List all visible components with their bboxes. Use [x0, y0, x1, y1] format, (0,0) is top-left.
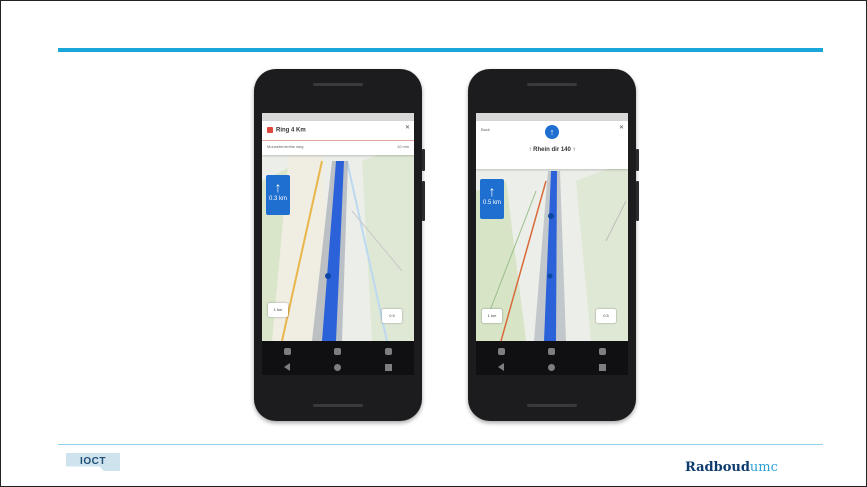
system-nav-row	[476, 361, 628, 373]
brand-name-part2: umc	[749, 460, 778, 475]
turn-distance: 0.3 km	[268, 196, 287, 202]
route-options-icon[interactable]	[385, 347, 393, 355]
turn-direction-card[interactable]: ↑ 0.3 km	[266, 175, 290, 215]
speed-chip-label: 1 km	[487, 313, 497, 318]
bottom-controls	[262, 345, 414, 357]
radboudumc-logo: Radboudumc	[685, 460, 778, 475]
straight-arrow-icon: ↑	[274, 179, 282, 195]
recents-icon[interactable]	[599, 363, 606, 371]
phone-right-screen: Back ↑ ✕ ↑ Rhein dir 140 ↑ ↑ 0.5 km 1 km…	[476, 113, 628, 375]
recenter-icon[interactable]	[334, 347, 342, 355]
phone-side-button	[422, 149, 425, 171]
close-icon[interactable]: ✕	[619, 124, 624, 131]
alert-icon	[267, 127, 273, 133]
status-bar	[262, 113, 414, 121]
overview-icon[interactable]	[283, 347, 291, 355]
eta-chip[interactable]: 0.5	[596, 309, 616, 323]
turn-distance: 0.5 km	[482, 200, 501, 206]
instruction-title: ↑ Rhein dir 140 ↑	[528, 147, 576, 153]
speed-chip[interactable]: 1 km	[482, 309, 502, 323]
eta-chip-label: 0.9	[389, 313, 395, 318]
back-label[interactable]: Back	[481, 127, 490, 132]
phone-left-screen: Ring 4 Km ✕ Mouseterrenthe weg 10 min ↑ …	[262, 113, 414, 375]
system-nav-row	[262, 361, 414, 373]
phone-speaker-bottom	[527, 404, 577, 407]
top-accent-rule	[58, 48, 823, 52]
instruction-card[interactable]: Back ↑ ✕ ↑ Rhein dir 140 ↑	[476, 121, 628, 169]
route-options-icon[interactable]	[599, 347, 607, 355]
straight-arrow-icon: ↑	[488, 183, 496, 199]
instruction-right-info: 10 min	[396, 144, 409, 149]
speed-chip-label: 1 km	[273, 307, 283, 312]
recenter-icon[interactable]	[548, 347, 556, 355]
overview-icon[interactable]	[497, 347, 505, 355]
phone-volume-button	[422, 181, 425, 221]
ioct-logo: IOCT	[66, 453, 120, 471]
back-icon[interactable]	[498, 363, 504, 371]
turn-direction-card[interactable]: ↑ 0.5 km	[480, 179, 504, 219]
slide: Ring 4 Km ✕ Mouseterrenthe weg 10 min ↑ …	[0, 0, 867, 487]
direction-arrow-icon: ↑	[545, 125, 559, 139]
home-icon[interactable]	[548, 363, 555, 371]
footer-rule	[58, 444, 823, 445]
back-icon[interactable]	[284, 363, 290, 371]
status-bar	[476, 113, 628, 121]
instruction-title: Ring 4 Km	[276, 127, 306, 134]
navigation-bar	[262, 341, 414, 375]
phone-speaker	[313, 83, 363, 86]
home-icon[interactable]	[334, 363, 341, 371]
brand-name-part1: Radboud	[685, 460, 750, 475]
close-icon[interactable]: ✕	[405, 124, 410, 131]
eta-chip[interactable]: 0.9	[382, 309, 402, 323]
phone-speaker-bottom	[313, 404, 363, 407]
phone-left: Ring 4 Km ✕ Mouseterrenthe weg 10 min ↑ …	[254, 69, 425, 421]
instruction-subtitle: Mouseterrenthe weg	[267, 144, 304, 149]
phone-volume-button	[636, 181, 639, 221]
eta-chip-label: 0.5	[603, 313, 609, 318]
recents-icon[interactable]	[385, 363, 392, 371]
phone-speaker	[527, 83, 577, 86]
speed-chip[interactable]: 1 km	[268, 303, 288, 317]
instruction-card[interactable]: Ring 4 Km ✕ Mouseterrenthe weg 10 min	[262, 121, 414, 155]
phone-right: Back ↑ ✕ ↑ Rhein dir 140 ↑ ↑ 0.5 km 1 km…	[468, 69, 639, 421]
card-divider	[262, 140, 414, 141]
phone-side-button	[636, 149, 639, 171]
navigation-bar	[476, 341, 628, 375]
bottom-controls	[476, 345, 628, 357]
